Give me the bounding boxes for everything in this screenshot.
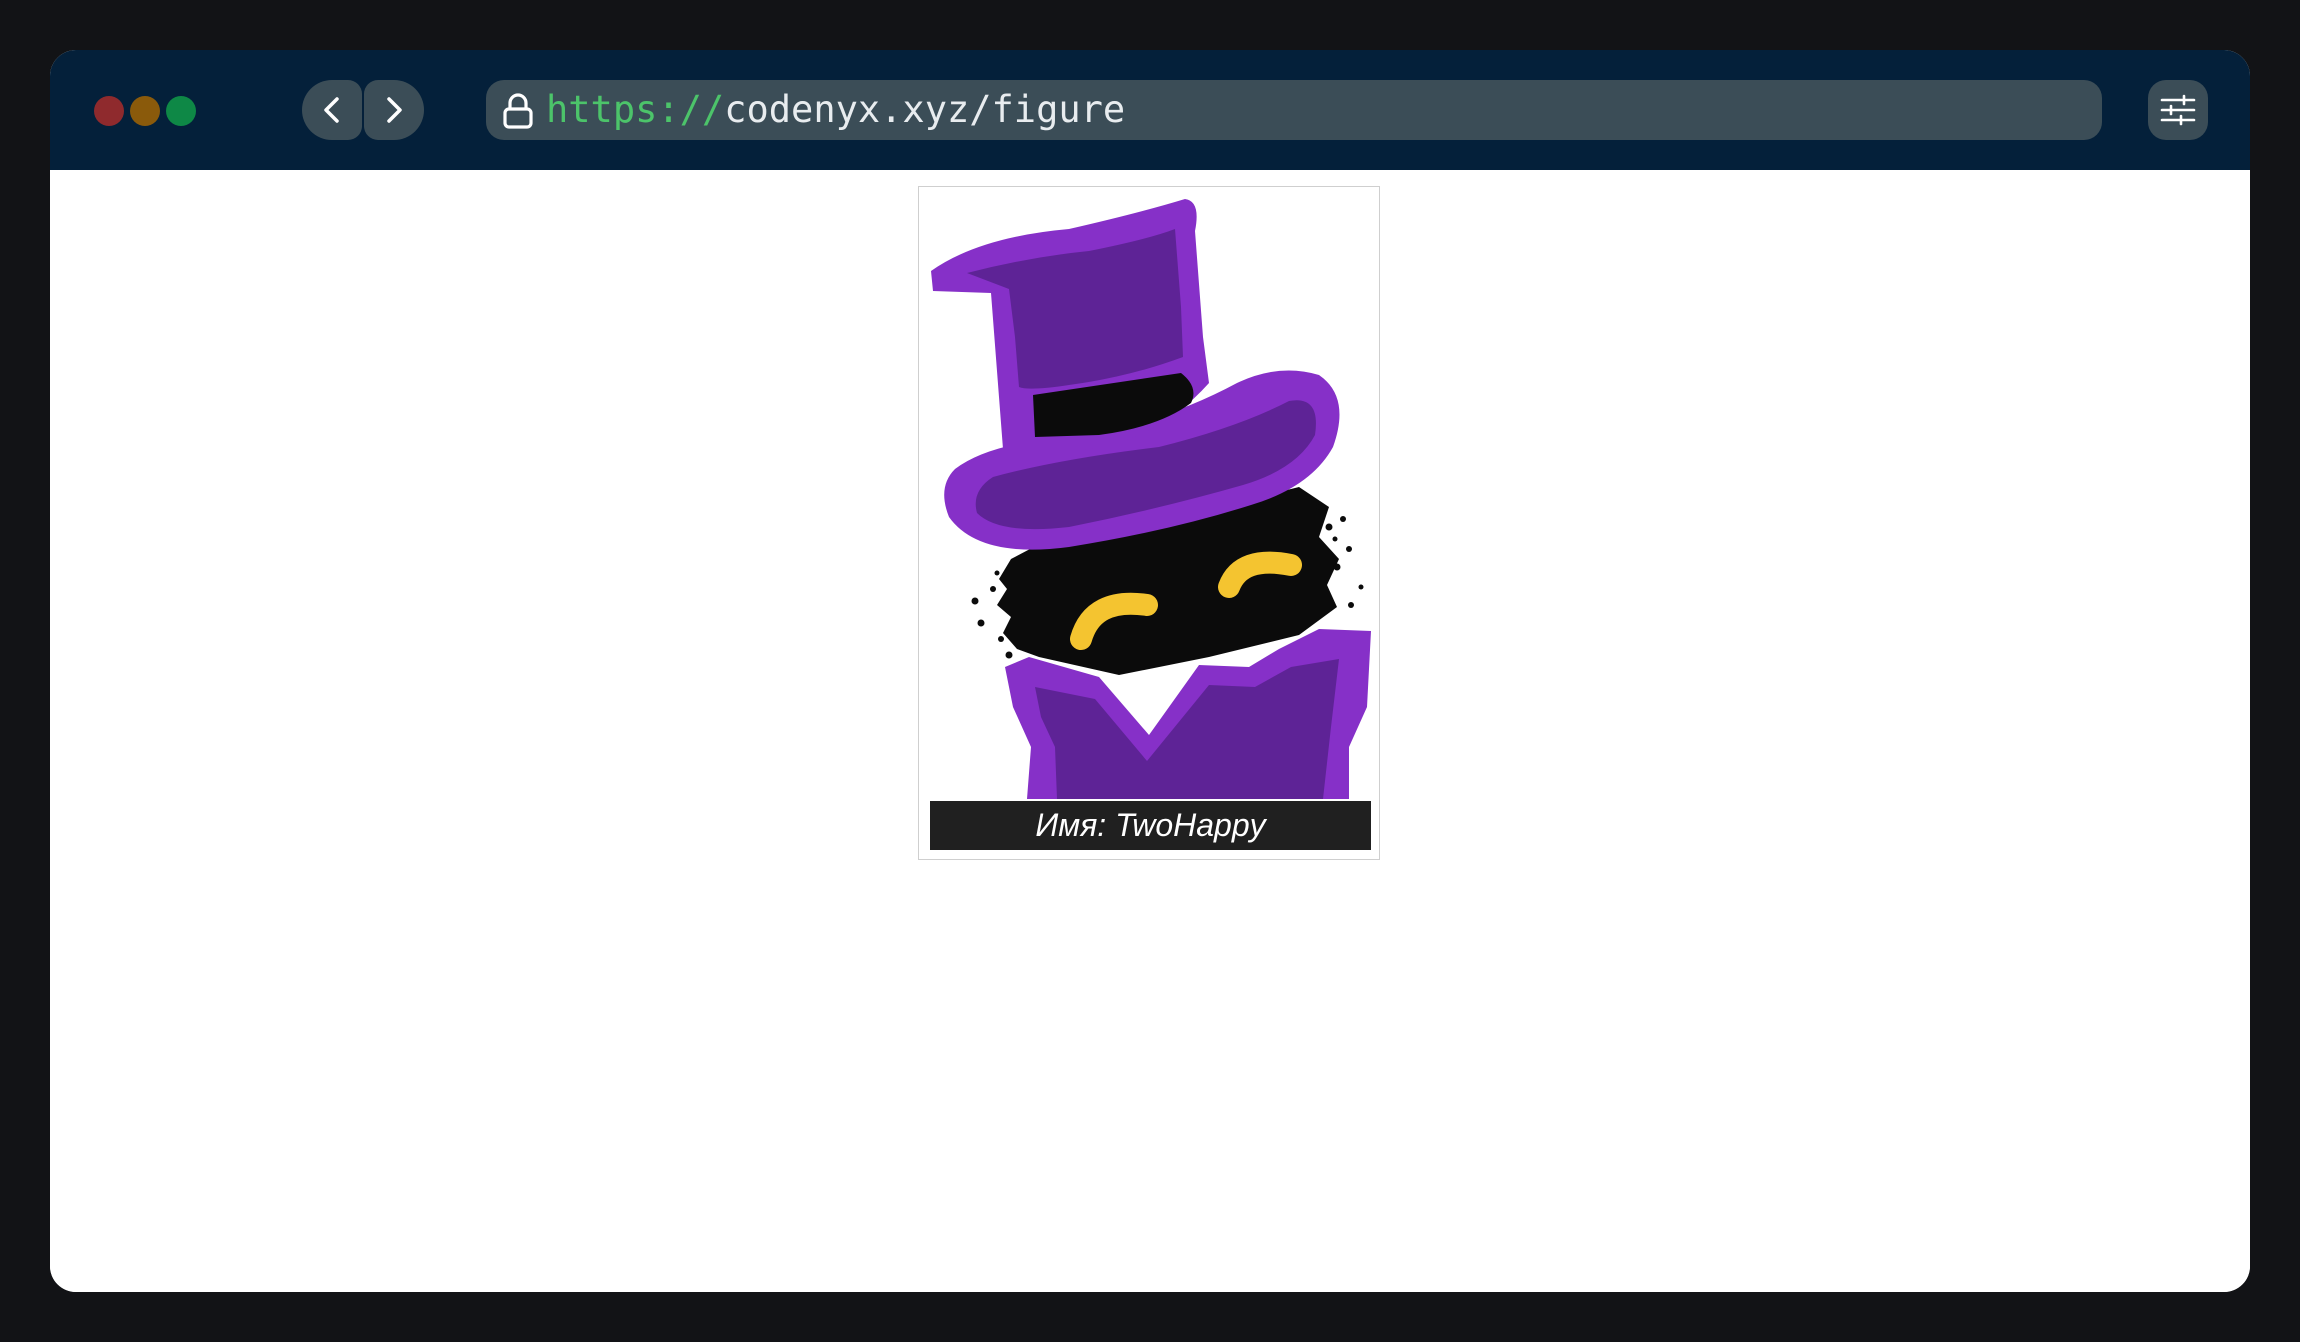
minimize-window-button[interactable] xyxy=(130,96,160,126)
browser-titlebar: https://codenyx.xyz/figure xyxy=(50,50,2250,170)
address-bar[interactable]: https://codenyx.xyz/figure xyxy=(486,80,2102,140)
back-button[interactable] xyxy=(302,80,362,140)
forward-button[interactable] xyxy=(364,80,424,140)
settings-button[interactable] xyxy=(2148,80,2208,140)
page-content: Имя: TwoHappy xyxy=(50,170,2250,1292)
figure-card: Имя: TwoHappy xyxy=(918,186,1380,860)
url-text: https://codenyx.xyz/figure xyxy=(546,80,1125,140)
url-path: codenyx.xyz/figure xyxy=(724,88,1126,131)
lock-icon xyxy=(503,93,533,129)
figure-caption: Имя: TwoHappy xyxy=(930,801,1371,850)
sliders-icon xyxy=(2160,94,2196,126)
chevron-left-icon xyxy=(324,97,339,123)
url-scheme: https:// xyxy=(546,88,725,131)
chevron-right-icon xyxy=(387,97,402,123)
maximize-window-button[interactable] xyxy=(166,96,196,126)
browser-window: https://codenyx.xyz/figure Имя: TwoHappy xyxy=(50,50,2250,1292)
close-window-button[interactable] xyxy=(94,96,124,126)
character-illustration xyxy=(931,199,1371,799)
